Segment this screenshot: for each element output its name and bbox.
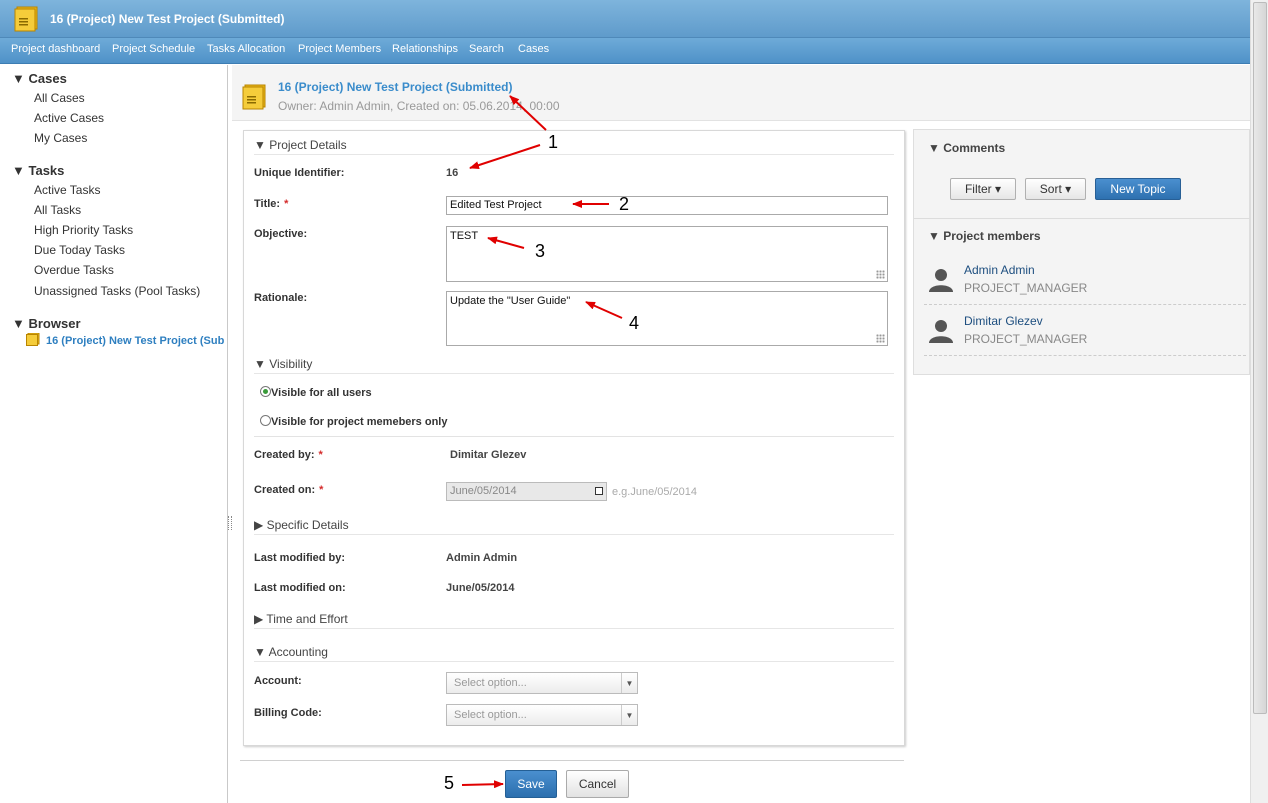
annotation-number: 5 xyxy=(444,773,455,793)
annotation-arrow-4 xyxy=(585,301,623,319)
annotation-number: 4 xyxy=(629,313,640,333)
annotation-arrows xyxy=(461,95,623,789)
annotation-arrow-5 xyxy=(461,780,504,789)
annotation-number: 1 xyxy=(548,132,559,152)
annotation-arrow-1a xyxy=(509,95,547,131)
annotation-number: 2 xyxy=(619,194,630,214)
annotation-number: 3 xyxy=(535,241,546,261)
annotation-arrow-3 xyxy=(487,236,525,249)
annotation-arrow-1b xyxy=(469,144,541,169)
